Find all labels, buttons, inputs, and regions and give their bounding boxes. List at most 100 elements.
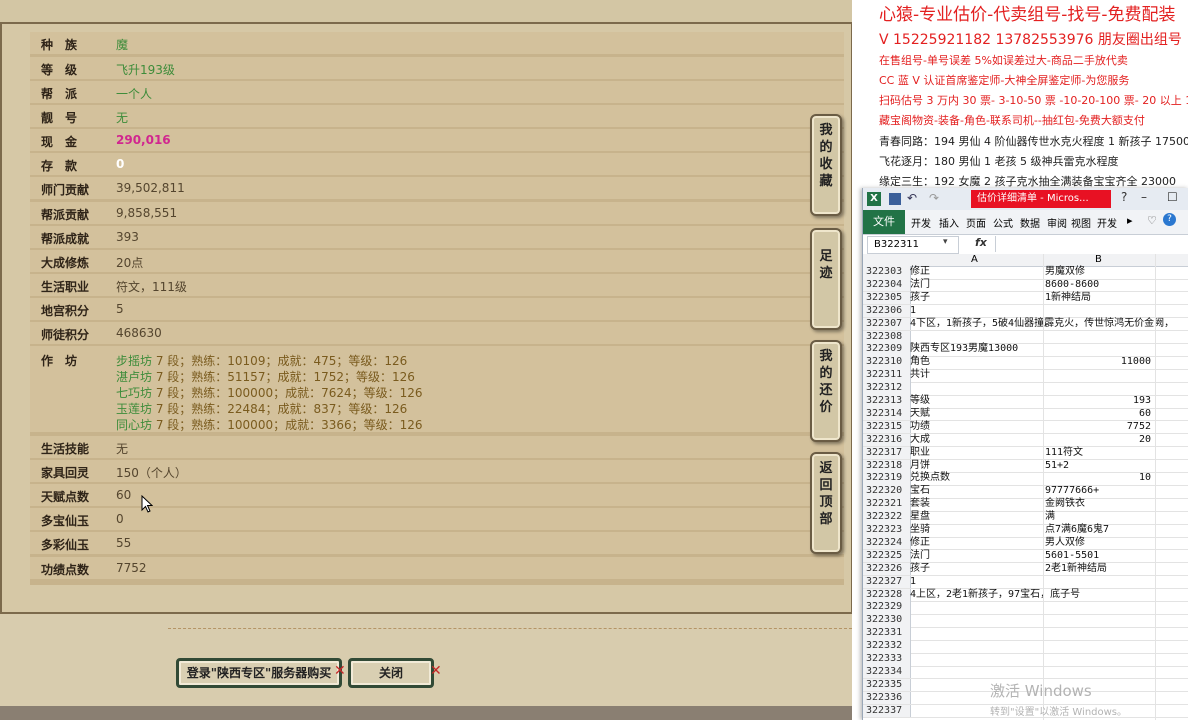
sheet-row[interactable]: 322332	[863, 640, 1188, 654]
sheet-row[interactable]: 322305 孩子 1新神结局	[863, 291, 1188, 306]
sheet-row[interactable]: 322333	[863, 653, 1188, 667]
login-server-buy-button[interactable]: 登录"陕西专区"服务器购买	[176, 658, 342, 688]
cell-b[interactable]: 7752	[1045, 421, 1151, 433]
sheet-row[interactable]: 322325 法门 5601-5501	[863, 549, 1188, 564]
row-number[interactable]: 322315	[863, 420, 911, 434]
maximize-icon[interactable]: ☐	[1167, 190, 1178, 204]
spreadsheet-grid[interactable]: A B 322303 修正 男魔双修 322304 法门 8600-8600 322305 孩…	[863, 254, 1188, 720]
sheet-row[interactable]: 322326 孩子 2老1新神结局	[863, 562, 1188, 577]
tab-my-counteroffers[interactable]: 我的还价	[810, 340, 842, 442]
row-number[interactable]: 322316	[863, 433, 911, 447]
tab-file[interactable]: 文件	[863, 210, 905, 234]
cell-a[interactable]: 4上区，2老1新孩子，97宝石，底子号	[910, 589, 1080, 601]
cell-a[interactable]: 法门	[910, 279, 930, 291]
sheet-row[interactable]: 322316 大成 20	[863, 433, 1188, 448]
cell-b[interactable]: 10	[1045, 472, 1151, 484]
sheet-row[interactable]: 322327 1	[863, 575, 1188, 590]
row-number[interactable]: 322306	[863, 304, 911, 318]
sheet-row[interactable]: 322329	[863, 601, 1188, 615]
sheet-row[interactable]: 322334	[863, 665, 1188, 680]
row-number[interactable]: 322330	[863, 614, 911, 627]
sheet-row[interactable]: 322310 角色 11000	[863, 356, 1188, 370]
sheet-row[interactable]: 322306 1	[863, 304, 1188, 319]
row-number[interactable]: 322303	[863, 266, 911, 279]
row-number[interactable]: 322325	[863, 549, 911, 563]
tab-review[interactable]: 审阅	[1047, 215, 1067, 230]
cell-b[interactable]: 193	[1045, 395, 1151, 407]
cell-a[interactable]: 宝石	[910, 485, 930, 497]
cell-b[interactable]: 5601-5501	[1045, 550, 1151, 562]
tab-back-to-top[interactable]: 返回顶部	[810, 452, 842, 554]
formula-input[interactable]	[995, 236, 1186, 252]
cell-b[interactable]: 满	[1045, 511, 1151, 523]
row-number[interactable]: 322305	[863, 291, 911, 305]
row-number[interactable]: 322317	[863, 446, 911, 460]
save-icon[interactable]	[889, 193, 901, 205]
cell-a[interactable]: 功绩	[910, 421, 930, 433]
sheet-row[interactable]: 322324 修正 男人双修	[863, 536, 1188, 551]
cell-a[interactable]: 1	[910, 305, 916, 317]
row-number[interactable]: 322332	[863, 640, 911, 653]
sheet-row[interactable]: 322307 4下区，1新孩子，5破4仙器撞霹克火，传世惊鸿无价金阙，	[863, 317, 1188, 332]
sheet-row[interactable]: 322320 宝石 97777666+	[863, 485, 1188, 499]
sheet-row[interactable]: 322315 功绩 7752	[863, 420, 1188, 435]
cell-b[interactable]: 男魔双修	[1045, 266, 1151, 278]
cell-a[interactable]: 套装	[910, 498, 930, 510]
cell-a[interactable]: 孩子	[910, 563, 930, 575]
row-number[interactable]: 322334	[863, 665, 911, 679]
sheet-row[interactable]: 322319 兑换点数 10	[863, 472, 1188, 486]
column-header-b[interactable]: B	[1095, 254, 1102, 265]
heart-icon[interactable]: ♡	[1147, 214, 1157, 227]
tab-developer-2[interactable]: 开发	[1097, 215, 1117, 230]
cell-b[interactable]: 金阙铁衣	[1045, 498, 1151, 510]
sheet-row[interactable]: 322312	[863, 382, 1188, 396]
ribbon-scroll-icon[interactable]: ▸	[1127, 214, 1133, 227]
cell-b[interactable]: 97777666+	[1045, 485, 1151, 497]
cell-b[interactable]: 8600-8600	[1045, 279, 1151, 291]
cell-a[interactable]: 1	[910, 576, 916, 588]
cell-b[interactable]: 2老1新神结局	[1045, 563, 1151, 575]
close-button[interactable]: 关闭	[348, 658, 434, 688]
row-number[interactable]: 322318	[863, 459, 911, 473]
fx-icon[interactable]: fx	[975, 236, 987, 249]
row-number[interactable]: 322324	[863, 536, 911, 550]
cell-b[interactable]: 11000	[1045, 356, 1151, 368]
cell-b[interactable]: 男人双修	[1045, 537, 1151, 549]
row-number[interactable]: 322321	[863, 498, 911, 511]
row-number[interactable]: 322333	[863, 653, 911, 666]
sheet-row[interactable]: 322313 等级 193	[863, 395, 1188, 409]
sheet-row[interactable]: 322309 陕西专区193男魔13000	[863, 343, 1188, 357]
row-number[interactable]: 322307	[863, 317, 911, 331]
row-number[interactable]: 322323	[863, 524, 911, 537]
cell-a[interactable]: 共计	[910, 369, 930, 381]
row-number[interactable]: 322329	[863, 601, 911, 614]
row-number[interactable]: 322308	[863, 330, 911, 344]
cell-a[interactable]: 孩子	[910, 292, 930, 304]
row-number[interactable]: 322313	[863, 395, 911, 408]
tab-footprints[interactable]: 足迹	[810, 228, 842, 330]
row-number[interactable]: 322304	[863, 278, 911, 292]
row-number[interactable]: 322327	[863, 575, 911, 589]
sheet-row[interactable]: 322311 共计	[863, 369, 1188, 383]
row-number[interactable]: 322320	[863, 485, 911, 498]
row-number[interactable]: 322311	[863, 369, 911, 382]
row-number[interactable]: 322314	[863, 407, 911, 421]
cell-b[interactable]: 点7满6魔6鬼7	[1045, 524, 1151, 536]
cell-a[interactable]: 天赋	[910, 408, 930, 420]
row-number[interactable]: 322312	[863, 382, 911, 395]
cell-a[interactable]: 大成	[910, 434, 930, 446]
sheet-row[interactable]: 322322 星盘 满	[863, 511, 1188, 525]
help-circle-icon[interactable]: ?	[1163, 213, 1176, 226]
help-icon[interactable]: ?	[1121, 190, 1127, 204]
row-number[interactable]: 322310	[863, 356, 911, 369]
cell-a[interactable]: 星盘	[910, 511, 930, 523]
row-number[interactable]: 322331	[863, 627, 911, 640]
cell-a[interactable]: 坐骑	[910, 524, 930, 536]
tab-data[interactable]: 数据	[1020, 215, 1040, 230]
cell-a[interactable]: 月饼	[910, 460, 930, 472]
tab-my-favorites[interactable]: 我的收藏	[810, 114, 842, 216]
sheet-row[interactable]: 322317 职业 111符文	[863, 446, 1188, 461]
row-number[interactable]: 322309	[863, 343, 911, 356]
row-number[interactable]: 322319	[863, 472, 911, 485]
name-box-dropdown-icon[interactable]: ▾	[943, 237, 948, 247]
